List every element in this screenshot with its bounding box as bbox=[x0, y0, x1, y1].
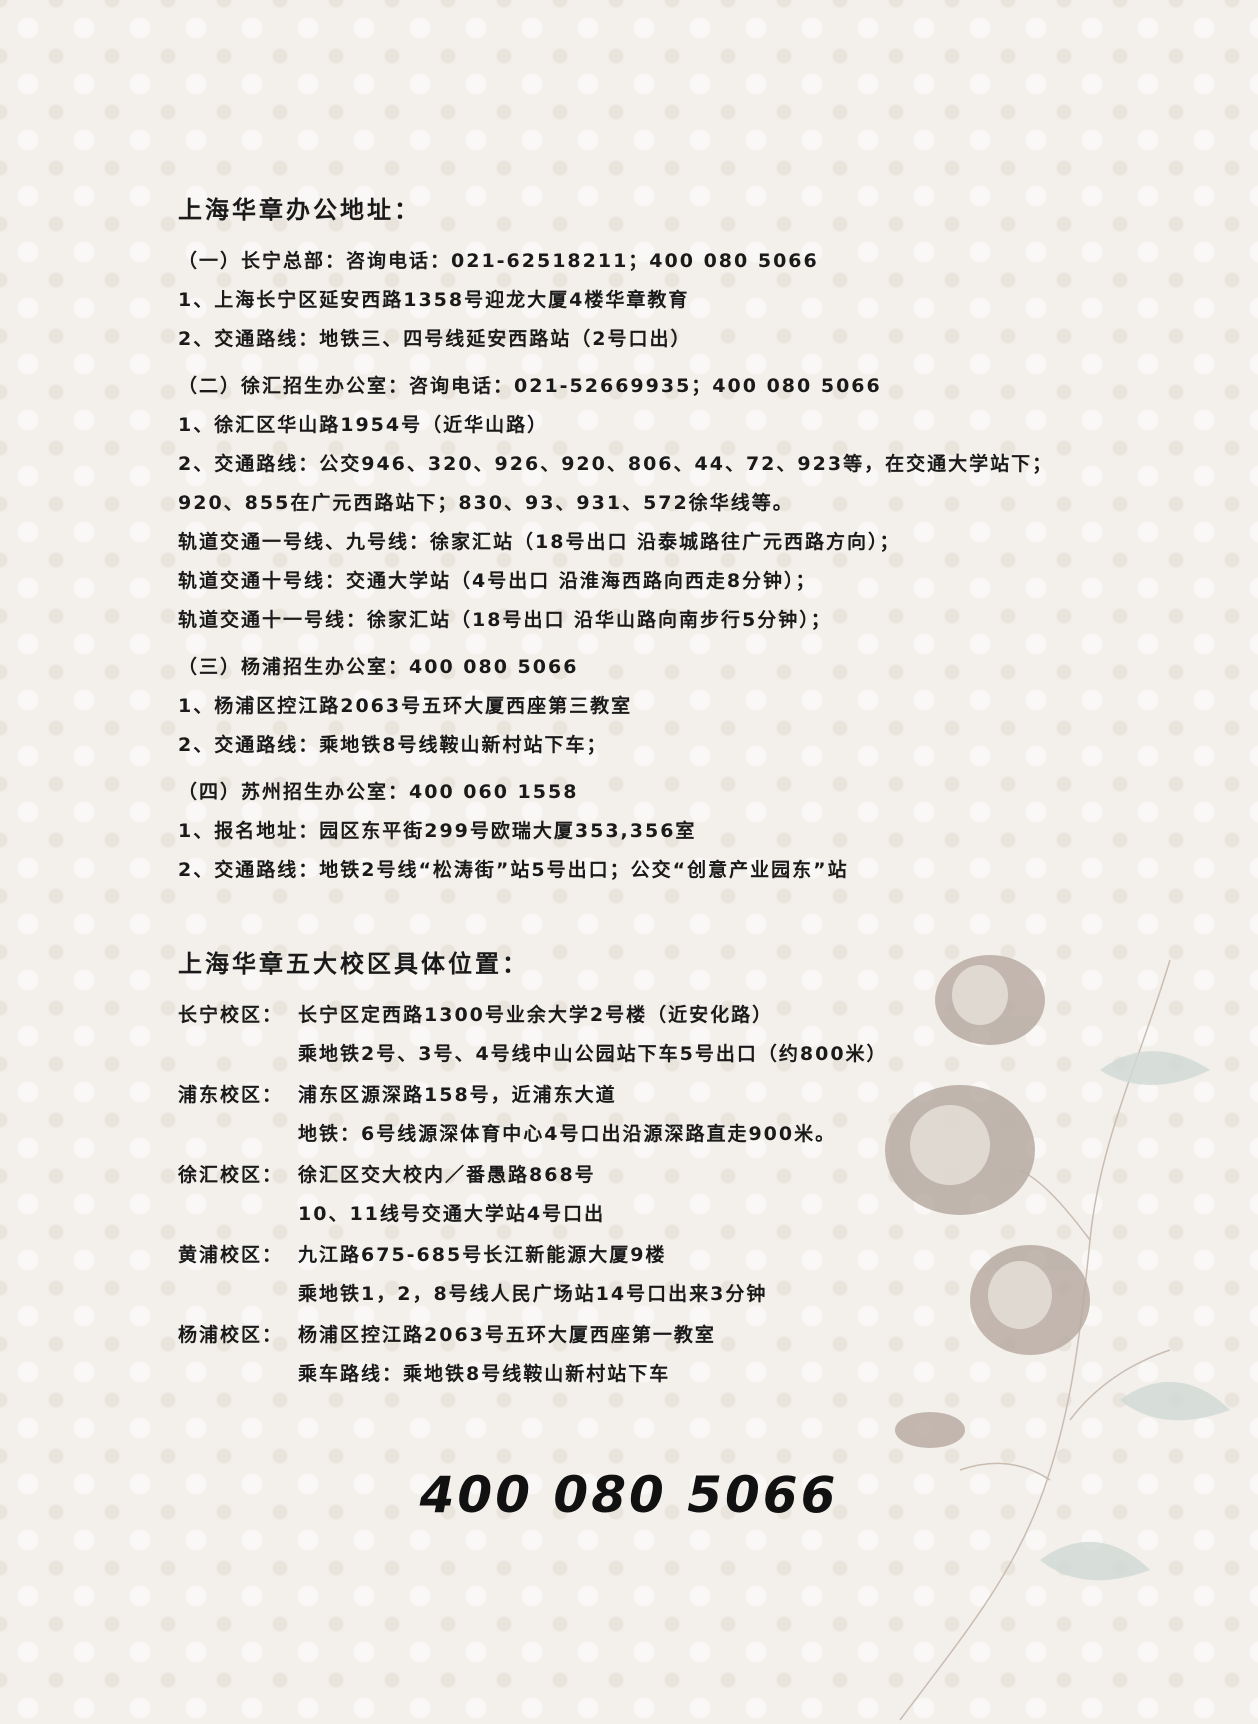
office-line: 1、报名地址：园区东平街299号欧瑞大厦353,356室 bbox=[178, 820, 697, 842]
office-group-yangpu: （三）杨浦招生办公室：400 080 5066 1、杨浦区控江路2063号五环大… bbox=[178, 648, 1138, 765]
office-line: 2、交通路线：乘地铁8号线鞍山新村站下车； bbox=[178, 734, 608, 756]
campus-huangpu: 黄浦校区： 九江路675-685号长江新能源大厦9楼 乘地铁1，2，8号线人民广… bbox=[178, 1236, 1138, 1314]
campus-label: 徐汇校区： bbox=[178, 1164, 284, 1186]
office-group-suzhou: （四）苏州招生办公室：400 060 1558 1、报名地址：园区东平街299号… bbox=[178, 773, 1138, 890]
campus-line: 浦东区源深路158号，近浦东大道 bbox=[298, 1084, 617, 1106]
campus-line: 乘地铁2号、3号、4号线中山公园站下车5号出口（约800米） bbox=[298, 1043, 888, 1065]
campus-label: 浦东校区： bbox=[178, 1084, 284, 1106]
office-line: 920、855在广元西路站下；830、93、931、572徐华线等。 bbox=[178, 492, 794, 514]
campus-changning: 长宁校区： 长宁区定西路1300号业余大学2号楼（近安化路） 乘地铁2号、3号、… bbox=[178, 996, 1138, 1074]
campus-label: 黄浦校区： bbox=[178, 1244, 284, 1266]
campus-line: 乘车路线：乘地铁8号线鞍山新村站下车 bbox=[298, 1363, 671, 1385]
offices-title: 上海华章办公地址： bbox=[178, 196, 421, 224]
office-line: 2、交通路线：地铁2号线“松涛街”站5号出口；公交“创意产业园东”站 bbox=[178, 859, 849, 881]
campus-line: 10、11线号交通大学站4号口出 bbox=[298, 1203, 606, 1225]
content: 上海华章办公地址： （一）长宁总部：咨询电话：021-62518211；400 … bbox=[178, 190, 1138, 1394]
campus-yangpu: 杨浦校区： 杨浦区控江路2063号五环大厦西座第一教室 乘车路线：乘地铁8号线鞍… bbox=[178, 1316, 1138, 1394]
campus-xuhui: 徐汇校区： 徐汇区交大校内／番愚路868号 10、11线号交通大学站4号口出 bbox=[178, 1156, 1138, 1234]
office-group-changning: （一）长宁总部：咨询电话：021-62518211；400 080 5066 1… bbox=[178, 242, 1138, 359]
office-group-xuhui: （二）徐汇招生办公室：咨询电话：021-52669935；400 080 506… bbox=[178, 367, 1138, 640]
campus-line: 长宁区定西路1300号业余大学2号楼（近安化路） bbox=[298, 1004, 774, 1026]
campus-line: 地铁：6号线源深体育中心4号口出沿源深路直走900米。 bbox=[298, 1123, 837, 1145]
office-line: 1、杨浦区控江路2063号五环大厦西座第三教室 bbox=[178, 695, 633, 717]
office-line: 1、上海长宁区延安西路1358号迎龙大厦4楼华章教育 bbox=[178, 289, 690, 311]
campus-line: 杨浦区控江路2063号五环大厦西座第一教室 bbox=[298, 1324, 716, 1346]
office-line: 2、交通路线：地铁三、四号线延安西路站（2号口出） bbox=[178, 328, 692, 350]
campus-line: 九江路675-685号长江新能源大厦9楼 bbox=[298, 1244, 667, 1266]
office-line: 轨道交通一号线、九号线：徐家汇站（18号出口 沿泰城路往广元西路方向）； bbox=[178, 531, 901, 553]
hotline-number: 400 080 5066 bbox=[419, 1466, 839, 1524]
office-head: （一）长宁总部：咨询电话：021-62518211；400 080 5066 bbox=[178, 250, 819, 272]
office-line: 1、徐汇区华山路1954号（近华山路） bbox=[178, 414, 549, 436]
campus-line: 乘地铁1，2，8号线人民广场站14号口出来3分钟 bbox=[298, 1283, 768, 1305]
campus-pudong: 浦东校区： 浦东区源深路158号，近浦东大道 地铁：6号线源深体育中心4号口出沿… bbox=[178, 1076, 1138, 1154]
office-head: （二）徐汇招生办公室：咨询电话：021-52669935；400 080 506… bbox=[178, 375, 882, 397]
campuses-title: 上海华章五大校区具体位置： bbox=[178, 950, 529, 978]
campus-label: 杨浦校区： bbox=[178, 1324, 284, 1346]
campus-line: 徐汇区交大校内／番愚路868号 bbox=[298, 1164, 596, 1186]
campus-label: 长宁校区： bbox=[178, 1004, 284, 1026]
office-head: （三）杨浦招生办公室：400 080 5066 bbox=[178, 656, 579, 678]
office-head: （四）苏州招生办公室：400 060 1558 bbox=[178, 781, 579, 803]
office-line: 轨道交通十号线：交通大学站（4号出口 沿淮海西路向西走8分钟）； bbox=[178, 570, 817, 592]
office-line: 2、交通路线：公交946、320、926、920、806、44、72、923等，… bbox=[178, 453, 1054, 475]
office-line: 轨道交通十一号线：徐家汇站（18号出口 沿华山路向南步行5分钟）； bbox=[178, 609, 832, 631]
